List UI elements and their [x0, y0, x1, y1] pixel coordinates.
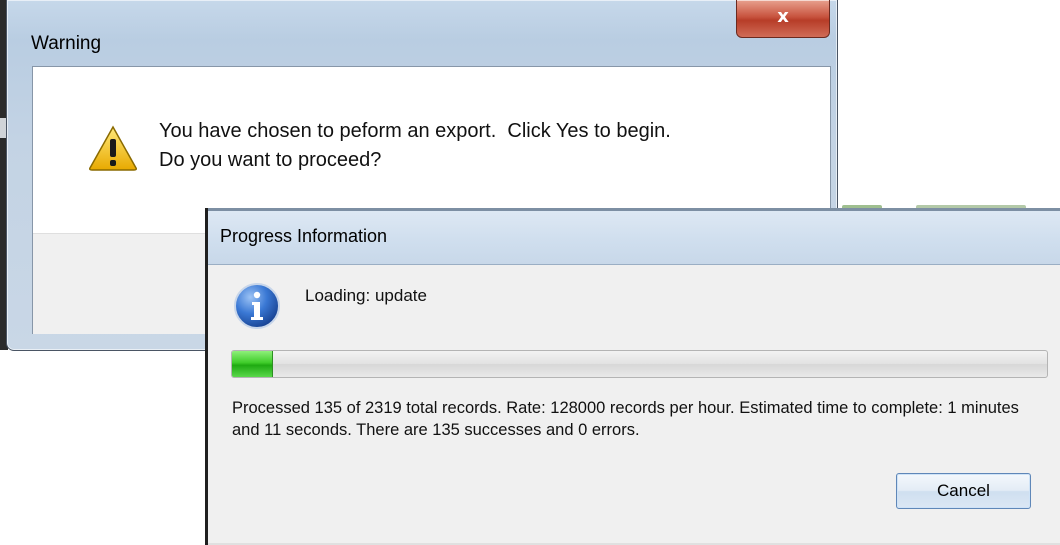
close-icon: x [777, 6, 789, 27]
warning-dialog-title: Warning [31, 33, 102, 54]
info-icon [234, 283, 280, 329]
progress-details: Processed 135 of 2319 total records. Rat… [232, 399, 1019, 439]
progress-status: Loading: update [305, 286, 427, 305]
titlebar-top-border [208, 208, 1060, 211]
warning-message: You have chosen to peform an export. Cli… [159, 120, 671, 171]
progress-dialog-title: Progress Information [220, 226, 388, 246]
progress-bar-fill [232, 351, 273, 377]
close-button[interactable]: x [736, 0, 830, 38]
progress-dialog: Progress Information Loading: update Pro… [205, 208, 1060, 545]
progress-bar [231, 350, 1048, 378]
progress-dialog-titlebar: Progress Information [208, 208, 1060, 265]
warning-triangle-icon [89, 125, 137, 171]
cancel-button[interactable]: Cancel [896, 473, 1031, 509]
